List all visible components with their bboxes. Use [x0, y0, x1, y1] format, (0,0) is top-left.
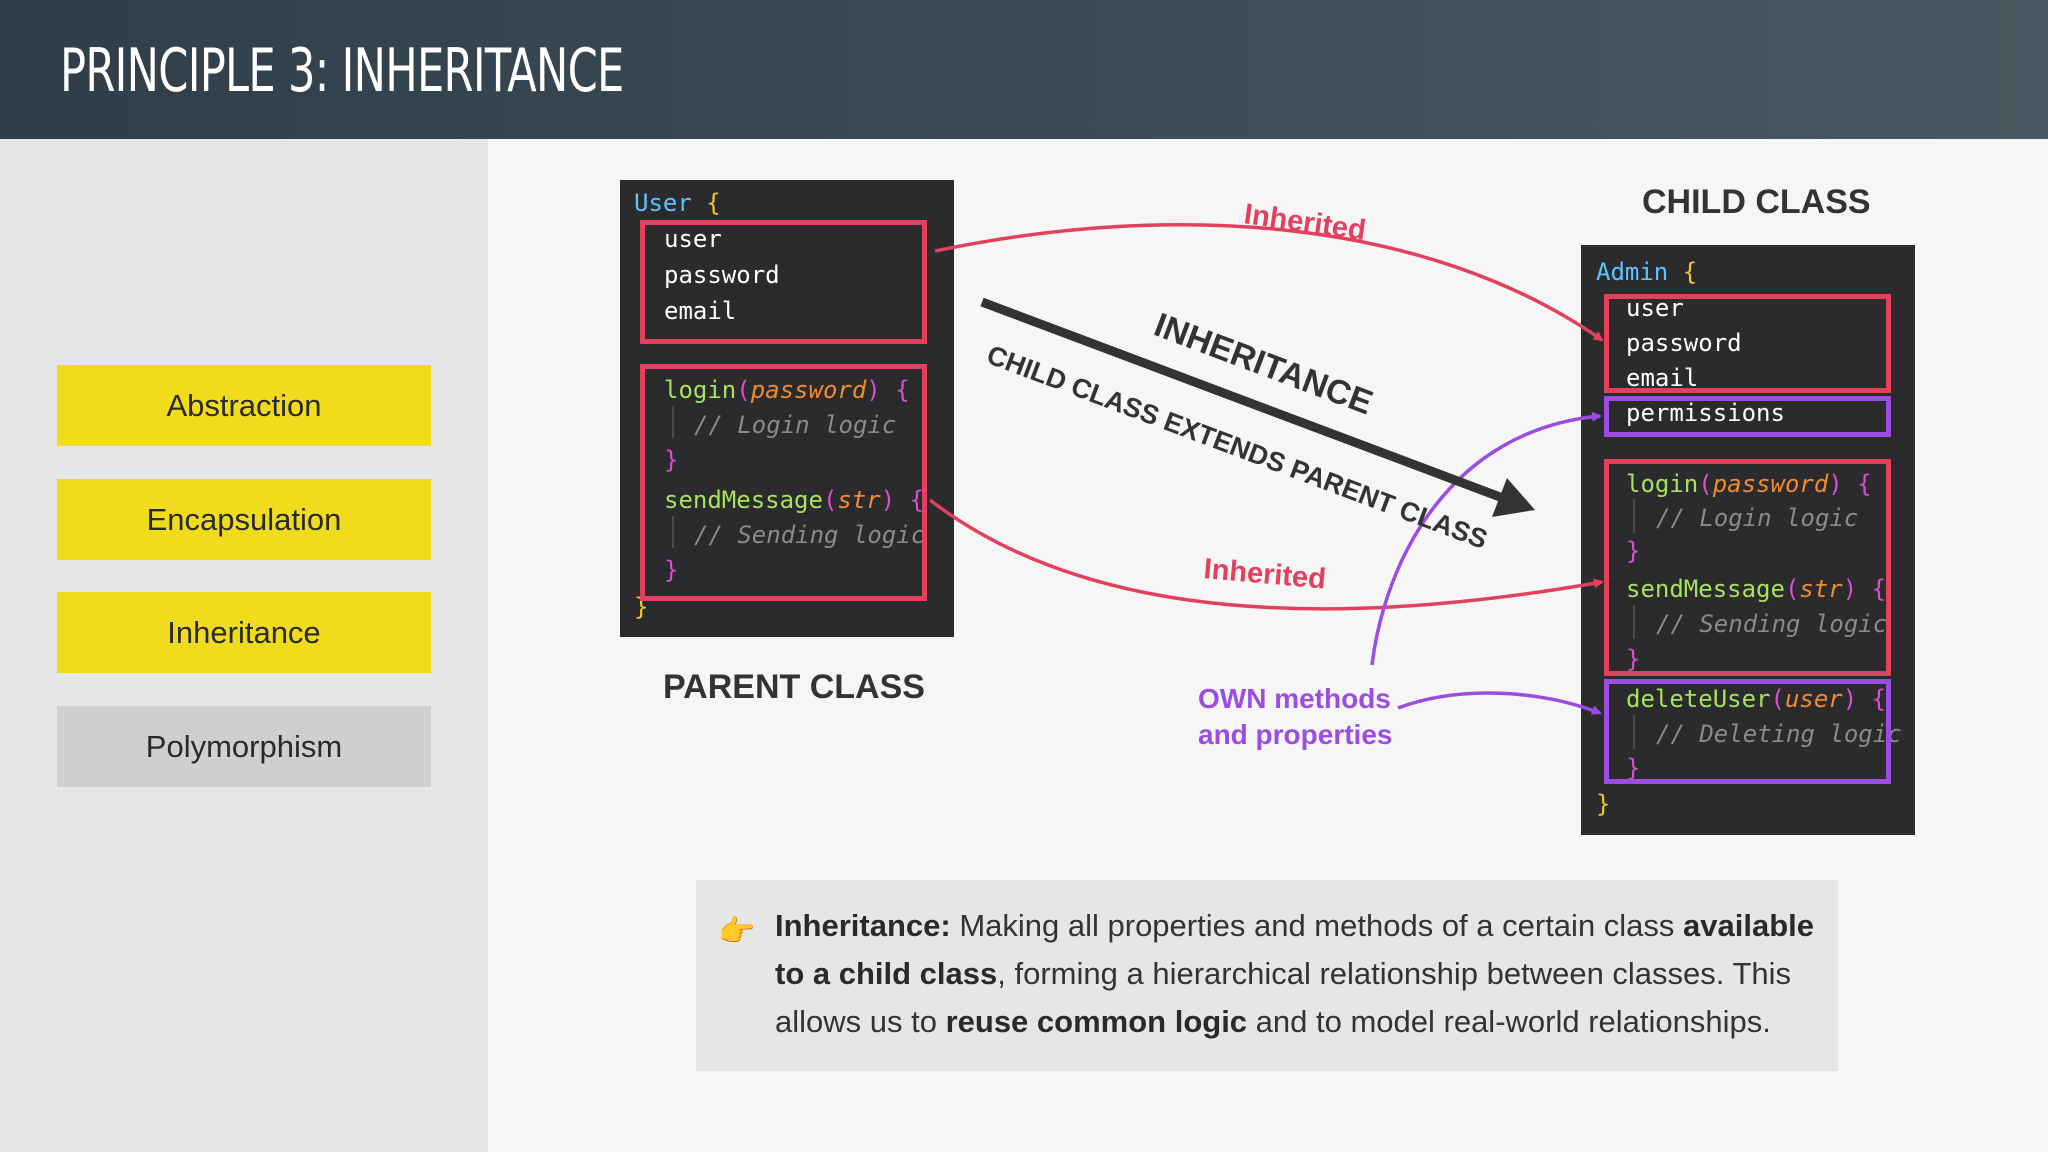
child-class-header: Admin {: [1596, 258, 1698, 286]
own-method-arrow: [1397, 691, 1602, 715]
parent-class-name: User: [634, 189, 692, 217]
inherited-methods-arrow: [928, 498, 1604, 611]
parent-class-heading: PARENT CLASS: [663, 668, 925, 706]
child-class-name: Admin: [1596, 258, 1669, 286]
header-bar: PRINCIPLE 3: INHERITANCE: [0, 0, 2048, 139]
child-class-heading: CHILD CLASS: [1642, 183, 1871, 221]
definition-box: 👉 Inheritance: Making all properties and…: [696, 880, 1838, 1071]
inheritance-arrow-head: [1492, 478, 1535, 517]
inheritance-subtitle: CHILD CLASS EXTENDS PARENT CLASS: [983, 340, 1492, 555]
pointing-hand-icon: 👉: [718, 915, 756, 948]
sidebar-item-inheritance[interactable]: Inheritance: [57, 592, 431, 673]
own-label-line1: OWN methods: [1198, 683, 1391, 714]
child-inherited-properties-frame: [1604, 294, 1891, 393]
sidebar-item-encapsulation[interactable]: Encapsulation: [57, 479, 431, 560]
child-inherited-methods-frame: [1604, 459, 1891, 676]
child-own-method-frame: [1604, 679, 1891, 784]
inheritance-title: INHERITANCE: [1149, 306, 1378, 422]
sidebar-item-polymorphism[interactable]: Polymorphism: [57, 706, 431, 787]
own-property-arrow: [1370, 411, 1602, 666]
parent-properties-frame: [640, 220, 927, 344]
parent-class-header: User {: [634, 189, 721, 217]
sidebar-item-abstraction[interactable]: Abstraction: [57, 365, 431, 446]
inheritance-arrow-shaft: [980, 297, 1502, 502]
own-label-line2: and properties: [1198, 719, 1392, 750]
page-title: PRINCIPLE 3: INHERITANCE: [60, 36, 624, 106]
definition-text: Inheritance: Making all properties and m…: [775, 908, 1815, 1039]
inherited-top-label: Inherited: [1242, 198, 1368, 247]
child-own-property-frame: [1604, 396, 1891, 437]
inherited-properties-arrow: [934, 222, 1604, 342]
inherited-bottom-label: Inherited: [1202, 553, 1327, 596]
parent-methods-frame: [640, 364, 927, 601]
